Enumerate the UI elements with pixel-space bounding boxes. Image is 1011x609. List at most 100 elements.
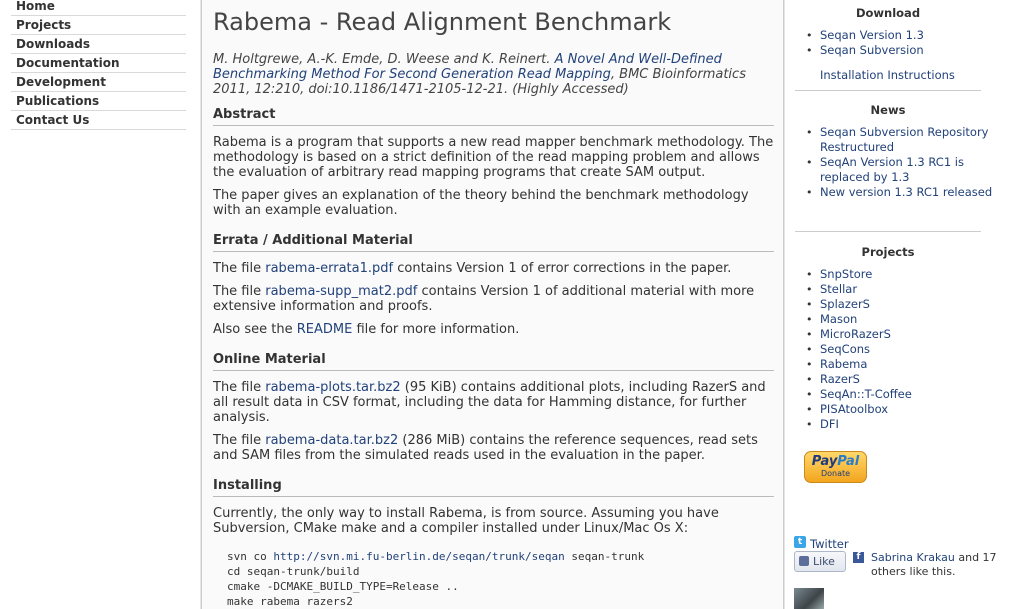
nav-item-publications[interactable]: Publications bbox=[11, 92, 186, 111]
project-link-tcoffee[interactable]: SeqAn::T-Coffee bbox=[820, 387, 912, 401]
errata-p3-pre: Also see the bbox=[213, 322, 297, 337]
readme-link[interactable]: README bbox=[297, 322, 353, 337]
facebook-friend-avatar[interactable] bbox=[794, 588, 824, 609]
errata-paragraph-1: The file rabema-errata1.pdf contains Ver… bbox=[213, 261, 774, 276]
nav-link-downloads[interactable]: Downloads bbox=[11, 35, 186, 53]
project-link-mason[interactable]: Mason bbox=[820, 312, 857, 326]
download-heading: Download bbox=[855, 6, 921, 20]
errata-pdf-link[interactable]: rabema-errata1.pdf bbox=[265, 261, 393, 276]
twitter-icon: t bbox=[794, 536, 806, 548]
nav-link-contact[interactable]: Contact Us bbox=[11, 111, 186, 129]
nav-link-home[interactable]: Home bbox=[11, 0, 186, 15]
code-line-3: cmake -DCMAKE_BUILD_TYPE=Release .. bbox=[227, 580, 459, 593]
news-list: Seqan Subversion Repository Restructured… bbox=[795, 125, 995, 200]
project-link-dfi[interactable]: DFI bbox=[820, 417, 839, 431]
main-content: Rabema - Read Alignment Benchmark M. Hol… bbox=[201, 0, 784, 609]
paypal-brand-pay: Pay bbox=[811, 454, 838, 469]
abstract-paragraph-1: Rabema is a program that supports a new … bbox=[213, 135, 774, 180]
page-title: Rabema - Read Alignment Benchmark bbox=[213, 8, 672, 36]
abstract-heading: Abstract bbox=[213, 106, 774, 126]
news-item: SeqAn Version 1.3 RC1 is replaced by 1.3 bbox=[795, 155, 995, 185]
project-item: RazerS bbox=[795, 372, 995, 387]
install-code-block: svn co http://svn.mi.fu-berlin.de/seqan/… bbox=[213, 549, 774, 609]
paypal-logo: PayPal bbox=[805, 454, 866, 469]
facebook-like-button[interactable]: Like bbox=[794, 551, 846, 572]
errata-paragraph-2: The file rabema-supp_mat2.pdf contains V… bbox=[213, 284, 774, 314]
news-link-svn-restructured[interactable]: Seqan Subversion Repository Restructured bbox=[820, 125, 988, 154]
project-link-microrazers[interactable]: MicroRazerS bbox=[820, 327, 891, 341]
project-link-splazers[interactable]: SplazerS bbox=[820, 297, 870, 311]
project-item: Mason bbox=[795, 312, 995, 327]
supp-mat-pdf-link[interactable]: rabema-supp_mat2.pdf bbox=[265, 284, 417, 299]
project-item: Rabema bbox=[795, 357, 995, 372]
twitter-link[interactable]: Twitter bbox=[810, 537, 849, 551]
paypal-donate-button[interactable]: PayPal Donate bbox=[804, 451, 867, 483]
installing-heading: Installing bbox=[213, 477, 774, 497]
news-link-rc1-replaced[interactable]: SeqAn Version 1.3 RC1 is replaced by 1.3 bbox=[820, 155, 964, 184]
errata-heading: Errata / Additional Material bbox=[213, 232, 774, 252]
errata-p2-pre: The file bbox=[213, 284, 266, 299]
nav-item-documentation[interactable]: Documentation bbox=[11, 54, 186, 73]
sidebar-divider bbox=[795, 90, 981, 91]
online-p2-pre: The file bbox=[213, 433, 266, 448]
data-archive-link[interactable]: rabema-data.tar.bz2 bbox=[265, 433, 398, 448]
nav-link-development[interactable]: Development bbox=[11, 73, 186, 91]
download-link-seqan-svn[interactable]: Seqan Subversion bbox=[820, 43, 924, 57]
news-item: Seqan Subversion Repository Restructured bbox=[795, 125, 995, 155]
download-list: Seqan Version 1.3 Seqan Subversion bbox=[795, 28, 995, 58]
project-item: Stellar bbox=[795, 282, 995, 297]
project-item: DFI bbox=[795, 417, 995, 432]
download-link-seqan-1-3[interactable]: Seqan Version 1.3 bbox=[820, 28, 924, 42]
project-link-pisatoolbox[interactable]: PISAtoolbox bbox=[820, 402, 888, 416]
sidebar-divider bbox=[795, 231, 981, 232]
nav-item-downloads[interactable]: Downloads bbox=[11, 35, 186, 54]
online-paragraph-2: The file rabema-data.tar.bz2 (286 MiB) c… bbox=[213, 433, 774, 463]
installing-paragraph: Currently, the only way to install Rabem… bbox=[213, 506, 719, 536]
facebook-social-text: Sabrina Krakau and 17 others like this. bbox=[871, 551, 1001, 579]
nav-item-home[interactable]: Home bbox=[11, 0, 186, 16]
project-item: SplazerS bbox=[795, 297, 995, 312]
nav-link-projects[interactable]: Projects bbox=[11, 16, 186, 34]
news-heading: News bbox=[870, 103, 906, 117]
svn-repository-link[interactable]: http://svn.mi.fu-berlin.de/seqan/trunk/s… bbox=[273, 550, 564, 563]
nav-item-contact[interactable]: Contact Us bbox=[11, 111, 186, 130]
project-item: SnpStore bbox=[795, 267, 995, 282]
news-link-rc1-released[interactable]: New version 1.3 RC1 released bbox=[820, 185, 992, 199]
code-line-4: make rabema razers2 bbox=[227, 595, 353, 608]
nav-item-development[interactable]: Development bbox=[11, 73, 186, 92]
project-link-stellar[interactable]: Stellar bbox=[820, 282, 857, 296]
errata-p1-pre: The file bbox=[213, 261, 266, 276]
project-link-rabema[interactable]: Rabema bbox=[820, 357, 867, 371]
errata-p1-post: contains Version 1 of error corrections … bbox=[393, 261, 732, 276]
thumbs-up-icon bbox=[799, 556, 809, 566]
project-item: SeqAn::T-Coffee bbox=[795, 387, 995, 402]
plots-archive-link[interactable]: rabema-plots.tar.bz2 bbox=[265, 380, 400, 395]
errata-paragraph-3: Also see the README file for more inform… bbox=[213, 322, 774, 337]
installation-instructions-link[interactable]: Installation Instructions bbox=[820, 68, 955, 82]
facebook-friend-link[interactable]: Sabrina Krakau bbox=[871, 551, 955, 564]
project-link-razers[interactable]: RazerS bbox=[820, 372, 860, 386]
online-material-heading: Online Material bbox=[213, 351, 774, 371]
errata-p3-post: file for more information. bbox=[352, 322, 520, 337]
project-item: MicroRazerS bbox=[795, 327, 995, 342]
news-item: New version 1.3 RC1 released bbox=[795, 185, 995, 200]
facebook-icon: f bbox=[853, 552, 864, 563]
left-navigation: Home Projects Downloads Documentation De… bbox=[0, 0, 200, 609]
nav-link-documentation[interactable]: Documentation bbox=[11, 54, 186, 72]
project-link-seqcons[interactable]: SeqCons bbox=[820, 342, 870, 356]
paypal-brand-pal: Pal bbox=[837, 454, 860, 469]
download-item: Seqan Subversion bbox=[795, 43, 995, 58]
nav-link-publications[interactable]: Publications bbox=[11, 92, 186, 110]
like-label: Like bbox=[813, 555, 835, 568]
citation: M. Holtgrewe, A.-K. Emde, D. Weese and K… bbox=[213, 52, 774, 97]
online-paragraph-1: The file rabema-plots.tar.bz2 (95 KiB) c… bbox=[213, 380, 774, 425]
project-item: PISAtoolbox bbox=[795, 402, 995, 417]
code-line-1-post: seqan-trunk bbox=[564, 550, 645, 563]
nav-list: Home Projects Downloads Documentation De… bbox=[11, 0, 186, 130]
download-item: Seqan Version 1.3 bbox=[795, 28, 995, 43]
nav-item-projects[interactable]: Projects bbox=[11, 16, 186, 35]
online-p1-pre: The file bbox=[213, 380, 266, 395]
project-link-snpstore[interactable]: SnpStore bbox=[820, 267, 872, 281]
donate-label: Donate bbox=[820, 469, 851, 478]
projects-heading: Projects bbox=[861, 245, 915, 259]
